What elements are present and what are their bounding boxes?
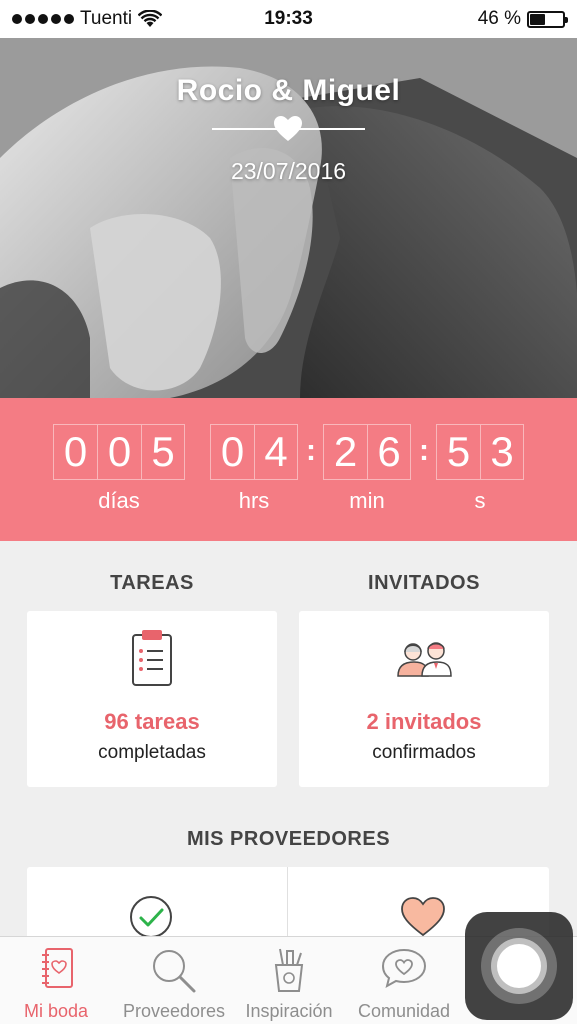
vendors-divider <box>287 867 288 947</box>
hours-digit: 4 <box>254 424 298 480</box>
wifi-icon <box>138 10 163 27</box>
wedding-date: 23/07/2016 <box>230 158 347 184</box>
vendors-title: MIS PROVEEDORES <box>186 828 391 850</box>
seconds-digit: 5 <box>436 424 480 480</box>
seconds-digit: 3 <box>480 424 524 480</box>
minutes-digit: 6 <box>367 424 411 480</box>
minutes-digit: 2 <box>323 424 367 480</box>
clipboard-icon <box>132 630 172 686</box>
tab-label: Proveedores <box>122 1001 226 1021</box>
seconds-digits: 5 3 <box>436 424 524 480</box>
hours-digits: 0 4 <box>210 424 298 480</box>
battery-icon <box>527 10 568 28</box>
guests-count: 2 invitados <box>366 709 482 734</box>
tab-label: Inspiración <box>245 1001 333 1021</box>
notebook-icon <box>42 948 73 988</box>
chat-heart-icon <box>381 948 427 988</box>
guests-subtitle: confirmados <box>372 742 476 763</box>
guests-card[interactable]: 2 invitados confirmados <box>299 611 549 787</box>
tab-inspiracion[interactable]: Inspiración <box>236 937 342 1024</box>
tab-proveedores[interactable]: Proveedores <box>118 937 230 1024</box>
hours-label: hrs <box>238 488 270 513</box>
guests-title: INVITADOS <box>368 572 480 594</box>
tab-comunidad[interactable]: Comunidad <box>348 937 460 1024</box>
search-icon <box>153 950 196 993</box>
status-bar: Tuenti 19:33 46 % <box>0 0 577 38</box>
assistive-touch-button[interactable] <box>465 912 573 1020</box>
days-digits: 0 0 5 <box>53 424 185 480</box>
hero-banner[interactable]: Rocio & Miguel 23/07/2016 <box>0 38 577 398</box>
tasks-card[interactable]: 96 tareas completadas <box>27 611 277 787</box>
seconds-label: s <box>474 488 486 513</box>
time-separator: : <box>306 434 316 467</box>
carrier-name: Tuenti <box>80 8 133 29</box>
battery-percent: 46 % <box>477 8 521 29</box>
tab-mi-boda[interactable]: Mi boda <box>6 937 106 1024</box>
time-separator: : <box>419 434 429 467</box>
tasks-count: 96 tareas <box>104 709 200 734</box>
tasks-subtitle: completadas <box>98 742 206 763</box>
heart-icon <box>274 116 302 141</box>
days-digit: 0 <box>53 424 97 480</box>
days-digit: 5 <box>141 424 185 480</box>
carrier-group: Tuenti <box>12 8 163 30</box>
days-digit: 0 <box>97 424 141 480</box>
tab-label: Comunidad <box>357 1001 451 1021</box>
couple-names: Rocio & Miguel <box>176 74 401 107</box>
signal-icon <box>12 14 74 24</box>
check-circle-icon <box>130 896 172 938</box>
battery-fill <box>530 13 545 25</box>
days-label: días <box>98 488 140 513</box>
countdown-panel: 0 0 5 0 4 : 2 6 : 5 3 días hrs min s <box>0 398 577 541</box>
hours-digit: 0 <box>210 424 254 480</box>
tasks-title: TAREAS <box>110 572 194 594</box>
assistive-ring <box>497 944 541 988</box>
minutes-label: min <box>349 488 385 513</box>
minutes-digits: 2 6 <box>323 424 411 480</box>
tools-cup-icon <box>274 948 304 992</box>
tab-label: Mi boda <box>23 1001 89 1021</box>
guests-icon <box>397 642 452 677</box>
heart-icon <box>401 897 445 937</box>
battery-group: 46 % <box>477 8 568 30</box>
